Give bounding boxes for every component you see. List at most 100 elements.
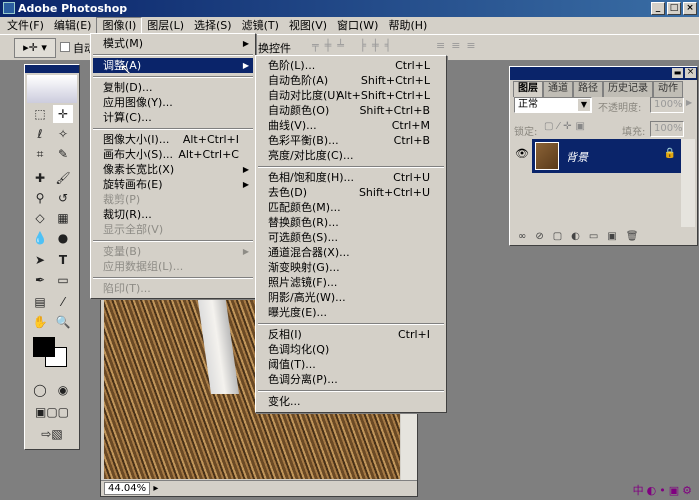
align-buttons[interactable]: ╤╪╧ ╞╪╡ xyxy=(312,39,397,52)
type-tool-icon[interactable]: T xyxy=(53,251,73,269)
menu-item[interactable]: 色阶(L)... Ctrl+L xyxy=(258,58,444,73)
layers-bottom-buttons[interactable]: ∞⊘▢◐▭▣🗑 xyxy=(518,231,647,242)
menu-7[interactable]: 窗口(W) xyxy=(332,17,383,34)
menu-item[interactable]: 色彩平衡(B)... Ctrl+B xyxy=(258,133,444,148)
menu-item[interactable]: 显示全部(V) xyxy=(93,222,253,237)
history-brush-icon[interactable]: ↺ xyxy=(53,189,73,207)
clone-stamp-icon[interactable]: ⚲ xyxy=(30,189,50,207)
menu-item[interactable]: 曲线(V)... Ctrl+M xyxy=(258,118,444,133)
menu-item[interactable]: 变化... xyxy=(258,394,444,409)
menu-item[interactable]: 调整(A) ▶ xyxy=(93,58,253,73)
blur-tool-icon[interactable]: 💧 xyxy=(30,229,50,247)
menu-item[interactable]: 反相(I) Ctrl+I xyxy=(258,327,444,342)
menu-item[interactable]: 色调分离(P)... xyxy=(258,372,444,387)
visibility-eye-icon[interactable]: 👁 xyxy=(514,141,530,167)
menu-item[interactable]: 裁切(R)... xyxy=(93,207,253,222)
menu-2[interactable]: 图像(I) xyxy=(96,17,143,34)
slice-tool-icon[interactable]: ✎ xyxy=(53,145,73,163)
menu-item[interactable]: 自动色阶(A) Shift+Ctrl+L xyxy=(258,73,444,88)
hand-tool-icon[interactable]: ✋ xyxy=(30,313,50,331)
menu-item[interactable]: 色调均化(Q) xyxy=(258,342,444,357)
menu-item[interactable]: 像素长宽比(X) ▶ xyxy=(93,162,253,177)
minimize-button[interactable]: _ xyxy=(651,2,665,15)
shape-tool-icon[interactable]: ▭ xyxy=(53,271,73,289)
gradient-tool-icon[interactable]: ▦ xyxy=(53,209,73,227)
menu-item[interactable]: 色相/饱和度(H)... Ctrl+U xyxy=(258,170,444,185)
close-button[interactable]: × xyxy=(683,2,697,15)
tab-0[interactable]: 图层 xyxy=(513,81,543,97)
menu-item-shortcut: Shift+Ctrl+U xyxy=(358,186,430,199)
menu-item[interactable]: 亮度/对比度(C)... xyxy=(258,148,444,163)
menu-item[interactable]: 旋转画布(E) ▶ xyxy=(93,177,253,192)
menu-8[interactable]: 帮助(H) xyxy=(383,17,432,34)
standard-mode-icon[interactable]: ◯ xyxy=(30,381,50,399)
menu-item[interactable]: 自动对比度(U) Alt+Shift+Ctrl+L xyxy=(258,88,444,103)
menu-item[interactable]: 复制(D)... xyxy=(93,80,253,95)
layers-scrollbar[interactable] xyxy=(681,139,695,227)
blend-mode-value: 正常 xyxy=(518,99,538,110)
menu-item[interactable]: 画布大小(S)... Alt+Ctrl+C xyxy=(93,147,253,162)
notes-tool-icon[interactable]: ▤ xyxy=(30,293,50,311)
menu-0[interactable]: 文件(F) xyxy=(2,17,49,34)
menu-item[interactable]: 可选颜色(S)... xyxy=(258,230,444,245)
menu-item[interactable]: 变量(B) ▶ xyxy=(93,244,253,259)
menu-item[interactable]: 匹配颜色(M)... xyxy=(258,200,444,215)
move-tool-icon[interactable]: ✛ xyxy=(53,105,73,123)
menu-item[interactable]: 阴影/高光(W)... xyxy=(258,290,444,305)
screen-mode-icons[interactable]: ▣▢▢ xyxy=(30,403,74,421)
tab-1[interactable]: 通道 xyxy=(543,81,573,97)
menu-item[interactable]: 陷印(T)... xyxy=(93,281,253,296)
menu-5[interactable]: 滤镜(T) xyxy=(237,17,284,34)
maximize-button[interactable]: □ xyxy=(667,2,681,15)
marquee-tool-icon[interactable]: ⬚ xyxy=(30,105,50,123)
menu-item[interactable]: 图像大小(I)... Alt+Ctrl+I xyxy=(93,132,253,147)
fill-field[interactable]: 100% xyxy=(650,121,684,137)
lasso-tool-icon[interactable]: ℓ xyxy=(30,125,50,143)
dodge-tool-icon[interactable]: ● xyxy=(53,229,73,247)
magic-wand-icon[interactable]: ✧ xyxy=(53,125,73,143)
menu-item[interactable]: 计算(C)... xyxy=(93,110,253,125)
distribute-buttons[interactable]: ≡≡≡ xyxy=(436,39,482,52)
menu-item[interactable]: 裁剪(P) xyxy=(93,192,253,207)
lock-icons[interactable]: ▢⁄✛▣ xyxy=(544,121,589,132)
menu-separator xyxy=(93,76,253,78)
tool-preset-picker[interactable]: ▸✛ ▾ xyxy=(14,38,56,58)
healing-brush-icon[interactable]: ✚ xyxy=(30,169,50,187)
crop-tool-icon[interactable]: ⌗ xyxy=(30,145,50,163)
opacity-field[interactable]: 100% xyxy=(650,97,684,113)
menu-item[interactable]: 照片滤镜(F)... xyxy=(258,275,444,290)
zoom-level-field[interactable]: 44.04% xyxy=(104,482,151,495)
menu-4[interactable]: 选择(S) xyxy=(189,17,237,34)
menu-item[interactable]: 替换颜色(R)... xyxy=(258,215,444,230)
panel-minimize-button[interactable]: ▬ xyxy=(672,68,683,78)
path-selection-icon[interactable]: ➤ xyxy=(30,251,50,269)
menu-item[interactable]: 阈值(T)... xyxy=(258,357,444,372)
eraser-icon[interactable]: ◇ xyxy=(30,209,50,227)
tab-3[interactable]: 历史记录 xyxy=(603,81,653,97)
jump-to-imageready-icon[interactable]: ⇨▧ xyxy=(30,425,74,443)
menu-6[interactable]: 视图(V) xyxy=(284,17,332,34)
menu-item[interactable]: 应用图像(Y)... xyxy=(93,95,253,110)
panel-close-button[interactable]: × xyxy=(685,68,696,78)
menu-1[interactable]: 编辑(E) xyxy=(49,17,97,34)
menu-item[interactable]: 通道混合器(X)... xyxy=(258,245,444,260)
brush-tool-icon[interactable]: 🖌 xyxy=(53,169,73,187)
zoom-tool-icon[interactable]: 🔍 xyxy=(53,313,73,331)
menu-3[interactable]: 图层(L) xyxy=(142,17,189,34)
tab-2[interactable]: 路径 xyxy=(573,81,603,97)
blend-mode-select[interactable]: 正常 ▼ xyxy=(514,97,592,113)
menu-item[interactable]: 去色(D) Shift+Ctrl+U xyxy=(258,185,444,200)
opacity-arrow-icon[interactable]: ▶ xyxy=(686,98,692,107)
pen-tool-icon[interactable]: ✒ xyxy=(30,271,50,289)
menu-item[interactable]: 应用数据组(L)... xyxy=(93,259,253,274)
auto-select-checkbox[interactable] xyxy=(60,42,70,52)
menu-item-label: 渐变映射(G)... xyxy=(268,261,340,274)
menu-item[interactable]: 模式(M) ▶ xyxy=(93,36,253,51)
eyedropper-icon[interactable]: ⁄ xyxy=(53,293,73,311)
menu-item[interactable]: 曝光度(E)... xyxy=(258,305,444,320)
menu-item[interactable]: 自动颜色(O) Shift+Ctrl+B xyxy=(258,103,444,118)
tab-4[interactable]: 动作 xyxy=(653,81,683,97)
menu-item[interactable]: 渐变映射(G)... xyxy=(258,260,444,275)
quick-mask-icon[interactable]: ◉ xyxy=(53,381,73,399)
layer-row-background[interactable]: 背景 🔒 xyxy=(532,139,684,173)
